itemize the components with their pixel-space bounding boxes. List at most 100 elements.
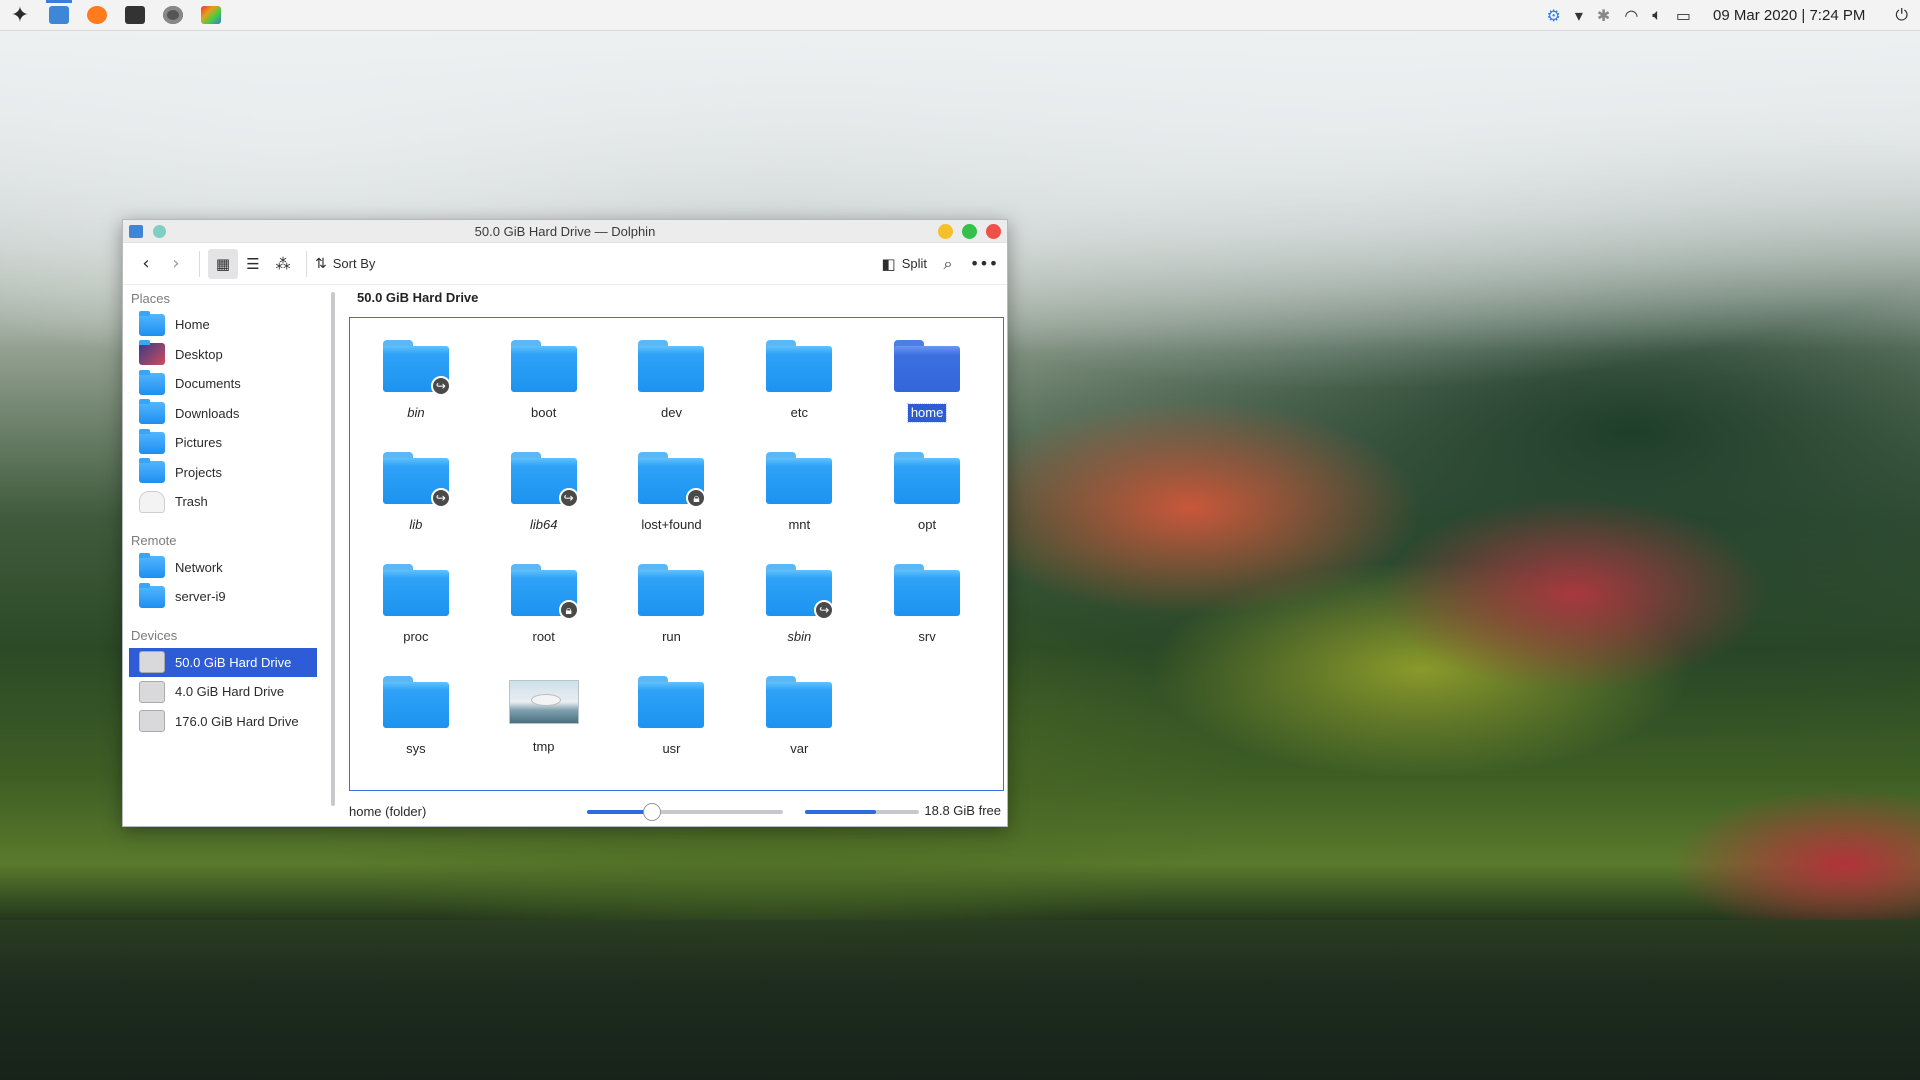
folder-item-boot[interactable]: boot: [480, 324, 608, 436]
symlink-emblem-icon: ↪: [430, 376, 451, 396]
volume-icon[interactable]: 🔈︎: [1652, 5, 1662, 25]
folder-item-home[interactable]: home: [863, 324, 991, 436]
folder-icon: [510, 340, 577, 392]
folder-icon: [638, 340, 705, 392]
window-title: 50.0 GiB Hard Drive — Dolphin: [474, 223, 656, 239]
folder-item-sbin[interactable]: ↪ sbin: [735, 548, 863, 660]
taskbar-dolphin-button[interactable]: [40, 0, 78, 31]
remote-item-server-i9[interactable]: server-i9: [129, 582, 317, 612]
disk-space-bar: [805, 810, 919, 814]
folder-icon: [382, 676, 449, 728]
minimize-button[interactable]: [938, 223, 953, 239]
devices-item-label: 176.0 GiB Hard Drive: [175, 713, 299, 729]
folder-item-lib[interactable]: ↪ lib: [352, 436, 480, 548]
places-panel-scrollbar[interactable]: [331, 292, 335, 806]
taskbar-firefox-button[interactable]: [78, 0, 116, 31]
bluetooth-icon[interactable]: ✱: [1597, 6, 1610, 25]
application-launcher-icon[interactable]: ✦: [0, 0, 40, 31]
search-button[interactable]: ⌕: [933, 249, 963, 279]
folder-item-mnt[interactable]: mnt: [735, 436, 863, 548]
folder-item-proc[interactable]: proc: [352, 548, 480, 660]
status-bar: home (folder) 18.8 GiB free: [349, 798, 1005, 824]
zoom-slider[interactable]: [587, 803, 783, 821]
places-item-downloads[interactable]: Downloads: [129, 399, 317, 429]
wifi-icon[interactable]: ◠: [1624, 6, 1638, 25]
folder-item-sys[interactable]: sys: [352, 660, 480, 772]
battery-icon[interactable]: ▭: [1676, 6, 1691, 25]
folder-icon: ↪: [382, 340, 451, 396]
folder-name: usr: [662, 741, 681, 756]
folder-name: mnt: [788, 517, 811, 532]
search-icon: ⌕: [943, 253, 953, 273]
places-item-pictures[interactable]: Pictures: [129, 428, 317, 458]
folder-icon: ↪: [510, 452, 579, 508]
file-view[interactable]: ↪ bin boot dev etc home ↪ lib ↪ lib64 🔒︎ lost+found…: [349, 317, 1004, 791]
devices-item-176-0-gib-hard-drive[interactable]: 176.0 GiB Hard Drive: [129, 707, 317, 737]
icons-view-button[interactable]: ▦: [208, 248, 238, 279]
places-item-projects[interactable]: Projects: [129, 458, 317, 488]
folder-body: [638, 570, 705, 616]
folder-name: var: [790, 741, 809, 756]
folder-item-run[interactable]: run: [608, 548, 736, 660]
folder-body: [638, 346, 705, 392]
list-icon: ☰: [246, 254, 260, 273]
devices-item-50-0-gib-hard-drive[interactable]: 50.0 GiB Hard Drive: [129, 647, 317, 677]
places-item-trash[interactable]: Trash: [129, 487, 317, 517]
top-panel: ✦ ⚙ ▾ ✱ ◠ 🔈︎ ▭ 09 Mar 2020 | 7:24 PM ⏻: [0, 0, 1920, 31]
folder-item-srv[interactable]: srv: [863, 548, 991, 660]
hard-drive-icon: [139, 651, 165, 674]
taskbar-terminal-button[interactable]: [116, 0, 154, 31]
places-item-label: Desktop: [175, 346, 223, 362]
split-button[interactable]: ◧ Split: [882, 249, 927, 279]
taskbar-settings-button[interactable]: [154, 0, 192, 31]
devices-item-4-0-gib-hard-drive[interactable]: 4.0 GiB Hard Drive: [129, 677, 317, 707]
folder-item-etc[interactable]: etc: [735, 324, 863, 436]
folder-item-var[interactable]: var: [735, 660, 863, 772]
title-bar[interactable]: 50.0 GiB Hard Drive — Dolphin: [123, 220, 1007, 243]
folder-item-usr[interactable]: usr: [608, 660, 736, 772]
devices-header: Devices: [131, 628, 178, 643]
folder-item-dev[interactable]: dev: [608, 324, 736, 436]
places-item-desktop[interactable]: Desktop: [129, 340, 317, 370]
firefox-icon: [87, 6, 107, 24]
toolbar-separator: [199, 250, 200, 277]
clock[interactable]: 09 Mar 2020 | 7:24 PM: [1713, 7, 1865, 24]
folder-name: lost+found: [641, 517, 702, 532]
more-options-button[interactable]: •••: [969, 249, 999, 279]
forward-button[interactable]: ›: [161, 249, 191, 279]
folder-name: bin: [407, 405, 425, 420]
back-button[interactable]: ‹: [131, 249, 161, 279]
folder-name: proc: [403, 629, 429, 644]
details-view-button[interactable]: ☰: [238, 249, 268, 279]
desktop-folder-icon: [139, 340, 165, 366]
sort-icon: ⇅: [315, 255, 327, 272]
folder-item-lib64[interactable]: ↪ lib64: [480, 436, 608, 548]
folder-item-lost-found[interactable]: 🔒︎ lost+found: [608, 436, 736, 548]
breadcrumb[interactable]: 50.0 GiB Hard Drive: [357, 290, 478, 305]
close-button[interactable]: [986, 223, 1001, 239]
projects-folder-icon: [139, 458, 165, 484]
terminal-icon: [125, 6, 145, 24]
folder-item-opt[interactable]: opt: [863, 436, 991, 548]
zoom-slider-handle[interactable]: [642, 803, 661, 821]
folder-name: root: [532, 629, 555, 644]
folder-name: sbin: [787, 629, 812, 644]
places-item-documents[interactable]: Documents: [129, 369, 317, 399]
forward-arrow-icon: ›: [172, 253, 180, 274]
places-item-label: Documents: [175, 376, 241, 392]
tray-expand-icon[interactable]: ▾: [1575, 6, 1583, 25]
taskbar-color-picker-button[interactable]: [192, 0, 230, 31]
tree-view-button[interactable]: ⁂: [268, 249, 298, 279]
remote-item-network[interactable]: Network: [129, 553, 317, 583]
power-icon[interactable]: ⏻: [1895, 5, 1908, 25]
folder-item-bin[interactable]: ↪ bin: [352, 324, 480, 436]
folder-item-root[interactable]: 🔒︎ root: [480, 548, 608, 660]
maximize-button[interactable]: [962, 223, 977, 239]
sort-by-button[interactable]: ⇅ Sort By: [315, 249, 375, 279]
places-item-label: Pictures: [175, 435, 222, 451]
folder-item-tmp[interactable]: tmp: [480, 660, 608, 772]
places-item-home[interactable]: Home: [129, 310, 317, 340]
folder-body: [382, 570, 449, 616]
updates-icon[interactable]: ⚙: [1547, 6, 1561, 25]
folder-icon: ↪: [766, 564, 835, 620]
